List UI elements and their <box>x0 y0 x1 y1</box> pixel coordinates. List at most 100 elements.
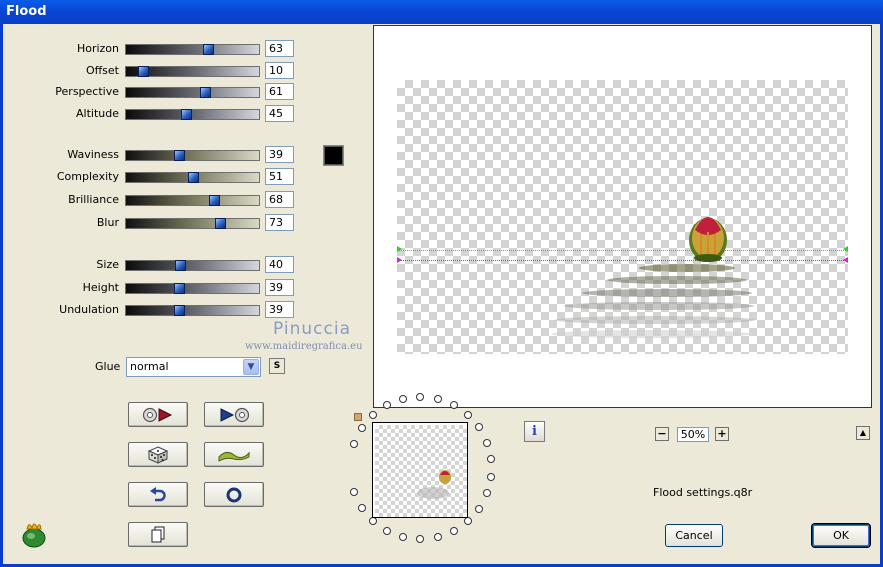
navigator-bud-image <box>417 470 451 499</box>
slider-value-undulation[interactable]: 39 <box>265 301 294 318</box>
dice-icon <box>147 445 169 464</box>
color-swatch[interactable] <box>323 145 344 166</box>
slider-track-brilliance[interactable] <box>125 195 260 206</box>
navigator-handle[interactable] <box>354 413 362 421</box>
slider-row-size: Size 40 <box>3 255 303 275</box>
slider-value-height[interactable]: 39 <box>265 279 294 296</box>
navigator-ring-dot[interactable] <box>399 533 407 541</box>
navigator-ring-dot[interactable] <box>358 504 366 512</box>
slider-thumb-altitude[interactable] <box>181 109 192 120</box>
zoom-out-button[interactable]: − <box>655 427 669 441</box>
random-left-button[interactable] <box>128 402 188 427</box>
slider-label-size: Size <box>96 258 119 271</box>
slider-value-offset[interactable]: 10 <box>265 62 294 79</box>
navigator-ring-dot[interactable] <box>464 411 472 419</box>
glue-select-value: normal <box>130 360 169 373</box>
navigator-ring-dot[interactable] <box>416 393 424 401</box>
reset-button[interactable] <box>204 482 264 507</box>
slider-label-height: Height <box>82 281 119 294</box>
navigator-ring-dot[interactable] <box>487 455 495 463</box>
slider-label-horizon: Horizon <box>76 42 119 55</box>
slider-thumb-offset[interactable] <box>138 66 149 77</box>
slider-thumb-complexity[interactable] <box>188 172 199 183</box>
preview-canvas[interactable] <box>397 80 848 354</box>
chevron-down-icon[interactable]: ▼ <box>243 359 259 375</box>
slider-thumb-blur[interactable] <box>215 218 226 229</box>
slider-thumb-height[interactable] <box>174 283 185 294</box>
navigator-ring-dot[interactable] <box>383 527 391 535</box>
slider-track-horizon[interactable] <box>125 44 260 55</box>
random-left-icon <box>142 407 173 422</box>
undo-icon <box>150 486 166 501</box>
slider-track-altitude[interactable] <box>125 109 260 120</box>
slider-value-brilliance[interactable]: 68 <box>265 191 294 208</box>
slider-value-blur[interactable]: 73 <box>265 214 294 231</box>
undo-button[interactable] <box>128 482 188 507</box>
slider-label-perspective: Perspective <box>55 85 119 98</box>
slider-thumb-perspective[interactable] <box>200 87 211 98</box>
navigator-ring-dot[interactable] <box>416 535 424 543</box>
slider-thumb-brilliance[interactable] <box>209 195 220 206</box>
navigator-ring-dot[interactable] <box>464 517 472 525</box>
slider-value-horizon[interactable]: 63 <box>265 40 294 57</box>
navigator-ring-dot[interactable] <box>450 527 458 535</box>
slider-track-perspective[interactable] <box>125 87 260 98</box>
slider-track-size[interactable] <box>125 260 260 271</box>
slider-row-brilliance: Brilliance 68 <box>3 190 303 210</box>
slider-label-waviness: Waviness <box>67 148 119 161</box>
slider-thumb-undulation[interactable] <box>174 305 185 316</box>
zoom-in-button[interactable]: + <box>715 427 729 441</box>
navigator-ring-dot[interactable] <box>369 517 377 525</box>
info-button[interactable]: i <box>524 421 545 442</box>
navigator-thumbnail[interactable] <box>372 422 468 518</box>
slider-value-perspective[interactable]: 61 <box>265 83 294 100</box>
navigator-ring-dot[interactable] <box>358 424 366 432</box>
slider-track-blur[interactable] <box>125 218 260 229</box>
slider-track-undulation[interactable] <box>125 305 260 316</box>
slider-row-perspective: Perspective 61 <box>3 82 303 102</box>
random-right-button[interactable] <box>204 402 264 427</box>
slider-value-altitude[interactable]: 45 <box>265 105 294 122</box>
navigator-ring-dot[interactable] <box>475 505 483 513</box>
slider-track-complexity[interactable] <box>125 172 260 183</box>
navigator-ring-dot[interactable] <box>475 423 483 431</box>
slider-row-altitude: Altitude 45 <box>3 104 303 124</box>
navigator-ring-dot[interactable] <box>399 395 407 403</box>
slider-thumb-waviness[interactable] <box>174 150 185 161</box>
navigator-ring-dot[interactable] <box>483 489 491 497</box>
navigator-ring-dot[interactable] <box>369 411 377 419</box>
navigator-ring-dot[interactable] <box>350 488 358 496</box>
slider-row-height: Height 39 <box>3 278 303 298</box>
navigator-ring-dot[interactable] <box>350 440 358 448</box>
expand-button[interactable]: ▲ <box>856 426 870 440</box>
flower-bud-image <box>397 217 848 338</box>
preview-pane[interactable] <box>373 25 872 408</box>
slider-row-waviness: Waviness 39 <box>3 145 303 165</box>
slider-label-offset: Offset <box>85 64 119 77</box>
settings-filename: Flood settings.q8r <box>653 486 753 499</box>
navigator-ring-dot[interactable] <box>487 473 495 481</box>
reset-icon <box>226 487 242 502</box>
navigator-ring-dot[interactable] <box>434 533 442 541</box>
wave-button[interactable] <box>204 442 264 467</box>
glue-side-button[interactable]: S <box>269 358 285 374</box>
slider-track-waviness[interactable] <box>125 150 260 161</box>
slider-thumb-size[interactable] <box>175 260 186 271</box>
navigator-ring-dot[interactable] <box>450 401 458 409</box>
slider-label-altitude: Altitude <box>76 107 119 120</box>
slider-track-offset[interactable] <box>125 66 260 77</box>
cancel-button[interactable]: Cancel <box>665 524 723 547</box>
slider-thumb-horizon[interactable] <box>203 44 214 55</box>
copy-button[interactable] <box>128 522 188 547</box>
slider-value-size[interactable]: 40 <box>265 256 294 273</box>
navigator-ring-dot[interactable] <box>434 395 442 403</box>
slider-track-height[interactable] <box>125 283 260 294</box>
slider-value-waviness[interactable]: 39 <box>265 146 294 163</box>
ok-button[interactable]: OK <box>812 524 870 547</box>
navigator-ring-dot[interactable] <box>483 439 491 447</box>
navigator-ring-dot[interactable] <box>383 401 391 409</box>
slider-value-complexity[interactable]: 51 <box>265 168 294 185</box>
glue-label: Glue <box>95 360 121 373</box>
randomize-button[interactable] <box>128 442 188 467</box>
glue-select[interactable]: normal ▼ <box>126 357 261 377</box>
